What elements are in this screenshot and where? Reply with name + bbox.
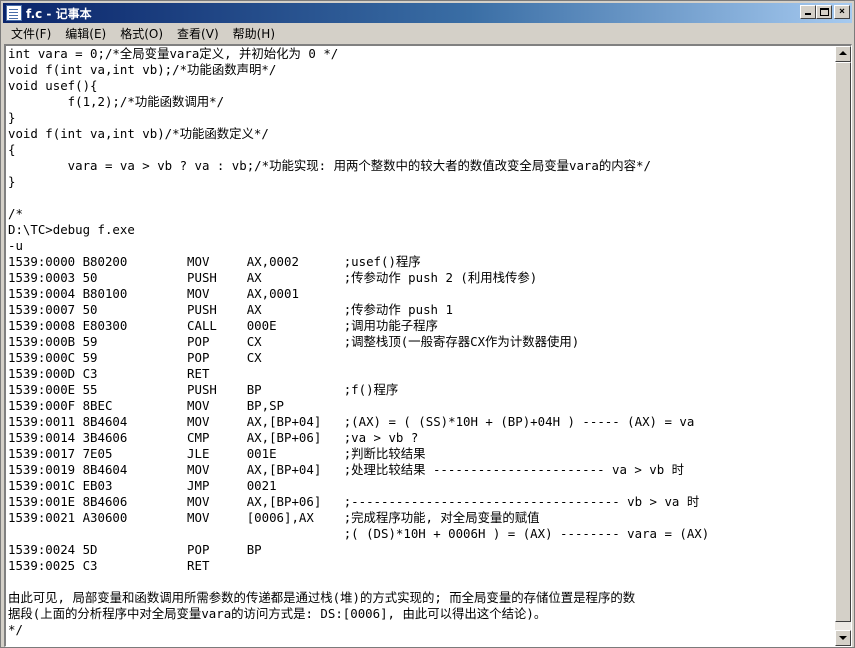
text-line: {: [8, 142, 16, 157]
menu-help[interactable]: 帮助(H): [227, 25, 281, 42]
text-line: 由此可见, 局部变量和函数调用所需参数的传递都是通过栈(堆)的方式实现的; 而全…: [8, 590, 636, 605]
text-line: vara = va > vb ? va : vb;/*功能实现: 用两个整数中的…: [8, 158, 651, 173]
text-line: 据段(上面的分析程序中对全局变量vara的访问方式是: DS:[0006], 由…: [8, 606, 547, 621]
text-line: 1539:000E 55 PUSH BP ;f()程序: [8, 382, 399, 397]
menu-edit[interactable]: 编辑(E): [59, 25, 112, 42]
text-editor[interactable]: int vara = 0;/*全局变量vara定义, 并初始化为 0 */voi…: [4, 44, 852, 647]
text-line: void f(int va,int vb)/*功能函数定义*/: [8, 126, 269, 141]
menu-view[interactable]: 查看(V): [171, 25, 225, 42]
text-line: 1539:0017 7E05 JLE 001E ;判断比较结果: [8, 446, 426, 461]
title-bar[interactable]: f.c - 记事本 ×: [3, 3, 852, 23]
text-line: 1539:001E 8B4606 MOV AX,[BP+06] ;-------…: [8, 494, 700, 509]
notepad-app-icon[interactable]: [6, 5, 22, 21]
text-line: [8, 574, 836, 590]
text-line: 1539:001C EB03 JMP 0021: [8, 478, 277, 493]
maximize-button[interactable]: [816, 5, 832, 19]
text-line: 1539:0025 C3 RET: [8, 558, 210, 573]
text-line: }: [8, 174, 16, 189]
text-line: 1539:000F 8BEC MOV BP,SP: [8, 398, 285, 413]
arrow-down-icon: [839, 636, 847, 640]
notepad-window: f.c - 记事本 × 文件(F) 编辑(E) 格式(O) 查看(V) 帮助(H…: [0, 0, 855, 648]
minimize-icon: [805, 13, 811, 15]
menu-bar: 文件(F) 编辑(E) 格式(O) 查看(V) 帮助(H): [3, 24, 852, 43]
text-line: 1539:000D C3 RET: [8, 366, 210, 381]
menu-format[interactable]: 格式(O): [114, 25, 169, 42]
scroll-up-button[interactable]: [835, 46, 851, 62]
minimize-button[interactable]: [800, 5, 816, 19]
close-icon: ×: [838, 6, 846, 17]
text-line: 1539:000B 59 POP CX ;调整栈顶(一般寄存器CX作为计数器使用…: [8, 334, 580, 349]
text-line: 1539:0004 B80100 MOV AX,0001: [8, 286, 299, 301]
text-line: 1539:0007 50 PUSH AX ;传参动作 push 1: [8, 302, 453, 317]
text-line: 1539:0000 B80200 MOV AX,0002 ;usef()程序: [8, 254, 421, 269]
window-title: f.c - 记事本: [26, 6, 92, 21]
text-line: D:\TC>debug f.exe: [8, 222, 135, 237]
scroll-down-button[interactable]: [835, 630, 851, 646]
text-line: */: [8, 622, 23, 637]
text-line: 1539:0021 A30600 MOV [0006],AX ;完成程序功能, …: [8, 510, 540, 525]
menu-file[interactable]: 文件(F): [5, 25, 57, 42]
text-line: 1539:0003 50 PUSH AX ;传参动作 push 2 (利用栈传参…: [8, 270, 538, 285]
text-line: 1539:0019 8B4604 MOV AX,[BP+04] ;处理比较结果 …: [8, 462, 685, 477]
text-line: }: [8, 110, 16, 125]
text-line: int vara = 0;/*全局变量vara定义, 并初始化为 0 */: [8, 46, 339, 61]
scroll-thumb[interactable]: [835, 62, 851, 622]
text-line: [8, 190, 836, 206]
text-line: void usef(){: [8, 78, 98, 93]
text-line: /*: [8, 206, 23, 221]
document-text[interactable]: int vara = 0;/*全局变量vara定义, 并初始化为 0 */voi…: [8, 46, 836, 646]
close-button[interactable]: ×: [834, 5, 850, 19]
text-line: -u: [8, 238, 23, 253]
text-line: 1539:000C 59 POP CX: [8, 350, 262, 365]
text-line: 1539:0011 8B4604 MOV AX,[BP+04] ;(AX) = …: [8, 414, 695, 429]
maximize-icon: [820, 8, 829, 16]
text-line: 1539:0024 5D POP BP: [8, 542, 262, 557]
text-line: ;( (DS)*10H + 0006H ) = (AX) -------- va…: [8, 526, 710, 541]
window-controls: ×: [800, 5, 850, 19]
vertical-scrollbar[interactable]: [835, 46, 851, 646]
text-line: f(1,2);/*功能函数调用*/: [8, 94, 225, 109]
text-line: 1539:0008 E80300 CALL 000E ;调用功能子程序: [8, 318, 438, 333]
arrow-up-icon: [839, 51, 847, 55]
text-line: void f(int va,int vb);/*功能函数声明*/: [8, 62, 277, 77]
text-line: 1539:0014 3B4606 CMP AX,[BP+06] ;va > vb…: [8, 430, 419, 445]
